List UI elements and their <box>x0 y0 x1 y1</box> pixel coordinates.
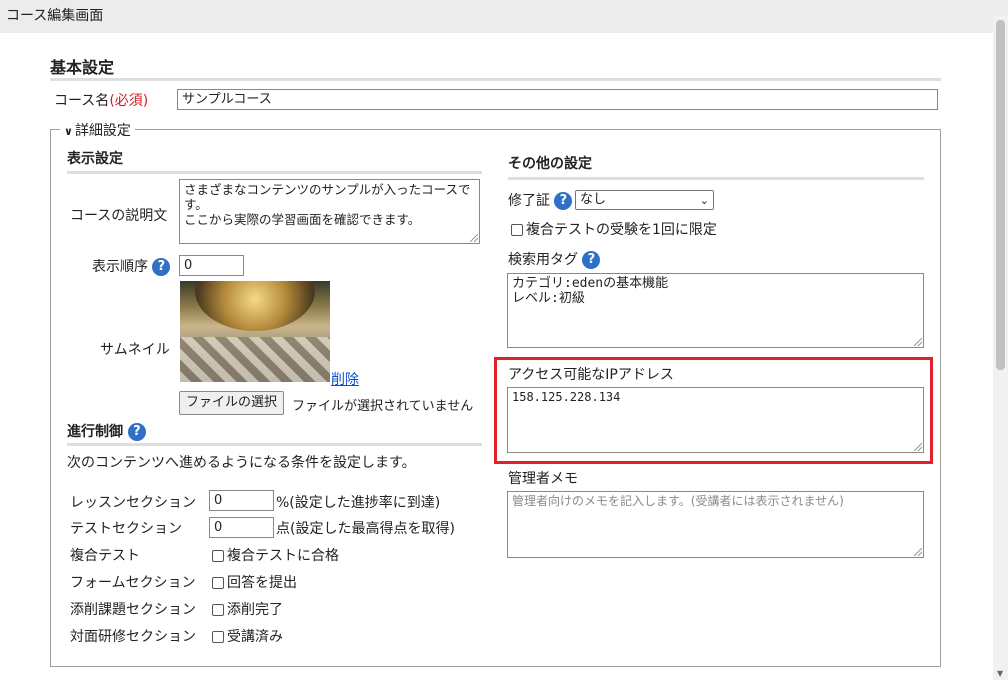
description-label: コースの説明文 <box>70 208 168 224</box>
test-section-label: テストセクション <box>70 521 182 537</box>
help-icon[interactable]: ? <box>582 251 601 269</box>
admin-memo-label: 管理者メモ <box>508 471 578 487</box>
inperson-section-checkbox[interactable] <box>212 631 224 643</box>
course-name-label-text: コース名 <box>54 93 110 109</box>
delete-thumbnail-link[interactable]: 削除 <box>331 369 359 389</box>
chevron-down-icon[interactable]: ⌄ <box>700 192 709 210</box>
display-settings-divider <box>67 171 482 174</box>
progress-control-divider <box>67 443 482 446</box>
limit-checkbox[interactable] <box>511 224 523 236</box>
inperson-section-checkbox-row[interactable]: 受講済み <box>212 626 283 646</box>
display-settings-title: 表示設定 <box>67 151 123 167</box>
thumbnail-dome <box>195 281 315 331</box>
tags-text: カテゴリ:edenの基本機能 レベル:初級 <box>512 276 669 306</box>
order-label: 表示順序 ? <box>92 256 171 276</box>
resize-grip-icon[interactable] <box>470 234 478 242</box>
composite-test-checkbox[interactable] <box>212 550 224 562</box>
resize-grip-icon[interactable] <box>914 443 922 451</box>
course-name-input[interactable]: サンプルコース <box>177 89 938 110</box>
limit-checkbox-label: 複合テストの受験を1回に限定 <box>526 222 717 238</box>
certificate-label: 修了証 ? <box>508 190 573 210</box>
progress-control-title: 進行制御 ? <box>67 421 146 441</box>
description-text: さまざまなコンテンツのサンプルが入ったコースです。 ここから実際の学習画面を確認… <box>184 182 471 227</box>
scroll-down-icon[interactable]: ▼ <box>997 669 1003 678</box>
composite-test-label: 複合テスト <box>70 548 140 564</box>
details-legend[interactable]: ∨ 詳細設定 <box>60 120 135 140</box>
help-icon[interactable]: ? <box>554 192 573 210</box>
correction-section-label: 添削課題セクション <box>70 602 196 618</box>
form-section-checkbox[interactable] <box>212 577 224 589</box>
test-section-input[interactable]: 0 <box>209 517 274 538</box>
order-input[interactable]: 0 <box>179 255 244 276</box>
composite-test-checkbox-row[interactable]: 複合テストに合格 <box>212 545 339 565</box>
lesson-section-input[interactable]: 0 <box>209 490 274 511</box>
inperson-section-check-label: 受講済み <box>227 629 283 645</box>
file-select-button[interactable]: ファイルの選択 <box>179 391 285 415</box>
tags-textarea[interactable]: カテゴリ:edenの基本機能 レベル:初級 <box>507 273 924 348</box>
scrollbar-thumb[interactable] <box>996 20 1005 370</box>
other-settings-divider <box>508 177 924 180</box>
lesson-section-suffix: %(設定した進捗率に到達) <box>276 495 441 511</box>
other-settings-title: その他の設定 <box>508 156 592 172</box>
admin-memo-textarea[interactable]: 管理者向けのメモを記入します。(受講者には表示されません) <box>507 491 924 558</box>
ip-address-text: 158.125.228.134 <box>512 390 621 404</box>
correction-section-checkbox-row[interactable]: 添削完了 <box>212 599 283 619</box>
progress-control-title-text: 進行制御 <box>67 424 123 440</box>
thumbnail-floor <box>180 337 330 382</box>
resize-grip-icon[interactable] <box>914 338 922 346</box>
tags-label-text: 検索用タグ <box>508 252 578 268</box>
help-icon[interactable]: ? <box>152 258 171 276</box>
test-section-suffix: 点(設定した最高得点を取得) <box>276 521 455 537</box>
help-icon[interactable]: ? <box>127 423 146 441</box>
chevron-down-icon[interactable]: ∨ <box>64 125 73 138</box>
file-status-text: ファイルが選択されていません <box>292 399 474 414</box>
basic-settings-divider <box>50 78 941 81</box>
limit-checkbox-row[interactable]: 複合テストの受験を1回に限定 <box>511 219 717 239</box>
order-label-text: 表示順序 <box>92 259 148 275</box>
certificate-label-text: 修了証 <box>508 193 550 209</box>
ip-address-textarea[interactable]: 158.125.228.134 <box>507 387 924 453</box>
progress-description: 次のコンテンツへ進めるようになる条件を設定します。 <box>67 455 416 471</box>
ip-address-label: アクセス可能なIPアドレス <box>508 367 674 383</box>
resize-grip-icon[interactable] <box>914 548 922 556</box>
thumbnail-image <box>180 281 330 382</box>
lesson-section-label: レッスンセクション <box>70 495 196 511</box>
inperson-section-label: 対面研修セクション <box>70 629 196 645</box>
form-section-check-label: 回答を提出 <box>227 575 297 591</box>
certificate-select-value: なし <box>580 192 607 207</box>
required-label: (必須) <box>109 93 149 109</box>
description-textarea[interactable]: さまざまなコンテンツのサンプルが入ったコースです。 ここから実際の学習画面を確認… <box>179 179 480 244</box>
tags-label: 検索用タグ ? <box>508 249 601 269</box>
basic-settings-title: 基本設定 <box>50 58 115 77</box>
thumbnail-label: サムネイル <box>100 342 170 358</box>
correction-section-checkbox[interactable] <box>212 604 224 616</box>
composite-test-check-label: 複合テストに合格 <box>227 548 339 564</box>
form-section-label: フォームセクション <box>70 575 196 591</box>
certificate-select[interactable]: なし ⌄ <box>575 190 714 210</box>
correction-section-check-label: 添削完了 <box>227 602 283 618</box>
admin-memo-placeholder: 管理者向けのメモを記入します。(受講者には表示されません) <box>512 494 844 508</box>
course-name-label: コース名(必須) <box>54 90 148 110</box>
vertical-scrollbar[interactable]: ▼ <box>993 16 1008 680</box>
form-section-checkbox-row[interactable]: 回答を提出 <box>212 572 297 592</box>
details-legend-text: 詳細設定 <box>74 123 131 139</box>
window-title: コース編集画面 <box>0 0 1008 33</box>
